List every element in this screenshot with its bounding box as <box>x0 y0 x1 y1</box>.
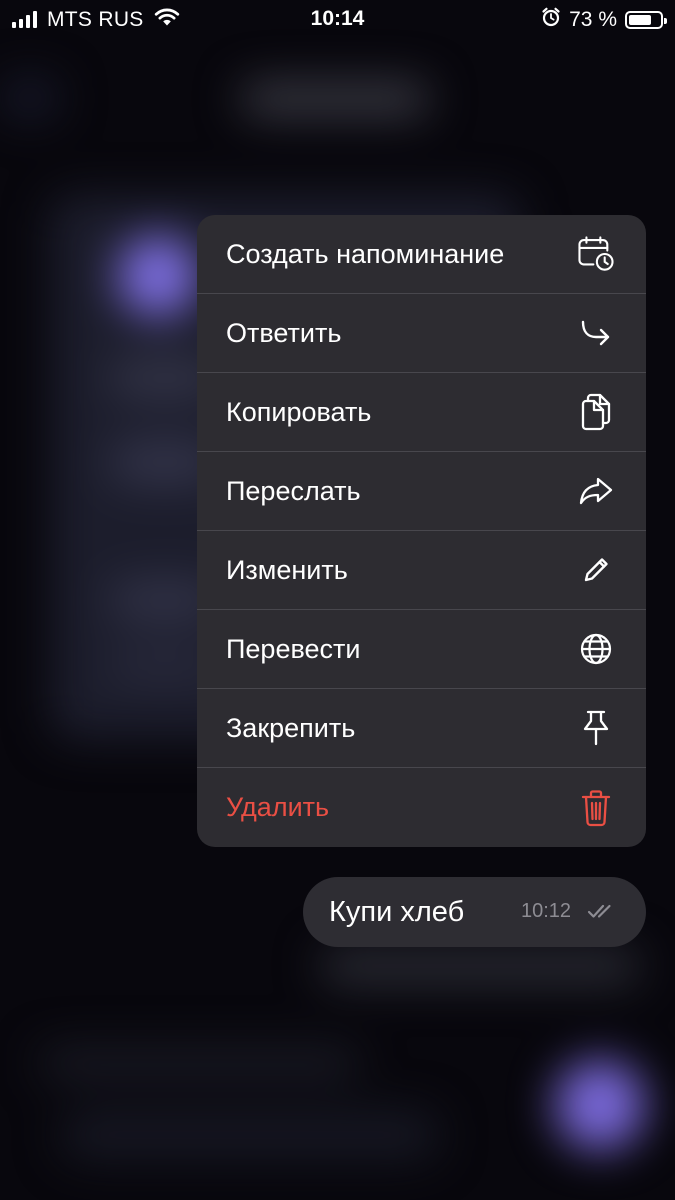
menu-item-copy[interactable]: Копировать <box>197 373 646 452</box>
message-time: 10:12 <box>521 900 572 922</box>
menu-item-edit[interactable]: Изменить <box>197 531 646 610</box>
trash-icon <box>576 788 616 828</box>
pin-icon <box>576 708 616 748</box>
menu-item-label: Закрепить <box>226 712 356 743</box>
blurred-header-title <box>240 82 430 116</box>
menu-item-create-reminder[interactable]: Создать напоминание <box>197 215 646 294</box>
menu-item-label: Копировать <box>226 396 372 427</box>
alarm-clock-icon <box>541 7 561 33</box>
status-bar-right: 73 % <box>541 7 667 33</box>
copy-icon <box>576 392 616 432</box>
menu-item-label: Удалить <box>226 792 330 822</box>
blurred-text-line <box>40 1048 360 1078</box>
menu-item-delete[interactable]: Удалить <box>197 768 646 847</box>
menu-item-label: Переслать <box>226 475 361 506</box>
chat-screen: MTS RUS 10:14 73 % Создать напоминание О… <box>0 0 675 1200</box>
globe-icon <box>576 629 616 669</box>
pencil-icon <box>576 550 616 590</box>
message-bubble[interactable]: Купи хлеб 10:12 <box>303 877 646 947</box>
battery-level <box>629 15 651 25</box>
menu-item-label: Создать напоминание <box>226 238 505 269</box>
double-check-icon <box>587 903 619 924</box>
menu-item-label: Перевести <box>226 633 361 664</box>
menu-item-forward[interactable]: Переслать <box>197 452 646 531</box>
forward-arrow-icon <box>576 471 616 511</box>
reply-arrow-icon <box>576 313 616 353</box>
menu-item-translate[interactable]: Перевести <box>197 610 646 689</box>
menu-item-pin[interactable]: Закрепить <box>197 689 646 768</box>
menu-item-label: Изменить <box>226 554 348 585</box>
blurred-avatar <box>555 1060 645 1150</box>
blurred-input-bar <box>60 1110 440 1160</box>
message-context-menu: Создать напоминание Ответить Копировать … <box>197 215 646 847</box>
battery-icon <box>625 11 667 29</box>
menu-item-label: Ответить <box>226 317 342 348</box>
blurred-back-button <box>0 78 60 118</box>
blurred-avatar <box>118 236 198 316</box>
blurred-reply-preview <box>320 948 640 984</box>
calendar-clock-icon <box>576 234 616 274</box>
status-bar: MTS RUS 10:14 73 % <box>0 0 675 38</box>
menu-item-reply[interactable]: Ответить <box>197 294 646 373</box>
battery-percent: 73 % <box>569 8 617 31</box>
message-text: Купи хлеб <box>329 895 465 928</box>
